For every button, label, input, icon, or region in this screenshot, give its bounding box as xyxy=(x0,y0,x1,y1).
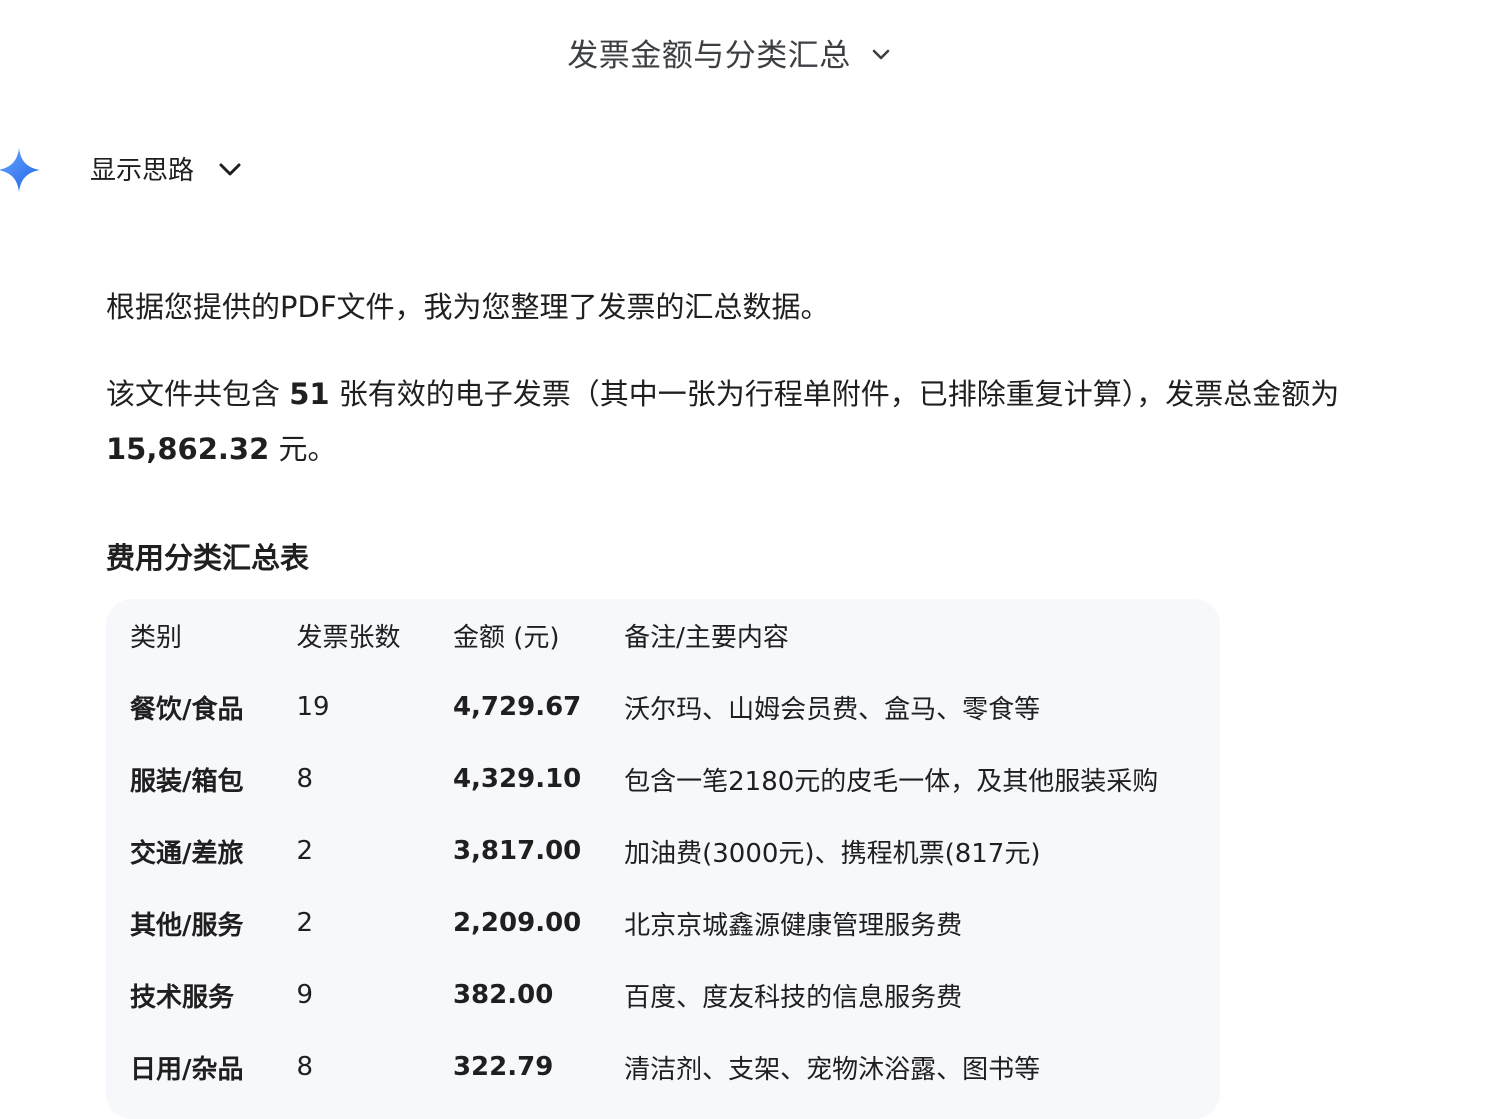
cell-amount: 2,209.00 xyxy=(452,908,582,938)
cell-count: 2 xyxy=(296,836,314,866)
table-row: 日用/杂品 8 322.79 清洁剂、支架、宠物沐浴露、图书等 xyxy=(130,1031,1220,1103)
table-row: 服装/箱包 8 4,329.10 包含一笔2180元的皮毛一体，及其他服装采购 xyxy=(130,743,1220,815)
chevron-down-icon xyxy=(216,155,244,183)
cell-note: 包含一笔2180元的皮毛一体，及其他服装采购 xyxy=(624,766,1159,797)
table-header-row: 类别 发票张数 金额 (元) 备注/主要内容 xyxy=(130,599,1220,671)
conversation-title-toggle[interactable]: 发票金额与分类汇总 xyxy=(0,30,1460,75)
cell-count: 2 xyxy=(296,908,314,938)
show-thinking-label: 显示思路 xyxy=(90,156,195,186)
invoice-count: 51 xyxy=(289,377,330,411)
cell-count: 19 xyxy=(296,692,330,722)
cell-category: 技术服务 xyxy=(130,982,235,1013)
column-header-category: 类别 xyxy=(130,622,183,653)
summary-paragraph: 该文件共包含 51 张有效的电子发票（其中一张为行程单附件，已排除重复计算），发… xyxy=(106,377,1340,466)
cell-note: 北京京城鑫源健康管理服务费 xyxy=(624,910,963,941)
cell-amount: 322.79 xyxy=(452,1052,554,1082)
gemini-spark-icon xyxy=(0,146,42,194)
table-row: 其他/服务 2 2,209.00 北京京城鑫源健康管理服务费 xyxy=(130,887,1220,959)
table-row: 交通/差旅 2 3,817.00 加油费(3000元)、携程机票(817元) xyxy=(130,815,1220,887)
cell-category: 日用/杂品 xyxy=(130,1054,244,1085)
column-header-note: 备注/主要内容 xyxy=(624,622,789,653)
response-content: 根据您提供的PDF文件，我为您整理了发票的汇总数据。 该文件共包含 51 张有效… xyxy=(106,280,1496,1119)
conversation-title: 发票金额与分类汇总 xyxy=(567,38,851,74)
summary-table-card: 类别 发票张数 金额 (元) 备注/主要内容 餐饮/食品 19 4,729.67… xyxy=(106,599,1220,1119)
cell-category: 交通/差旅 xyxy=(130,838,244,869)
cell-count: 8 xyxy=(296,764,314,794)
cell-amount: 382.00 xyxy=(452,980,554,1010)
summary-table: 类别 发票张数 金额 (元) 备注/主要内容 餐饮/食品 19 4,729.67… xyxy=(130,599,1220,1103)
cell-category: 其他/服务 xyxy=(130,910,244,941)
total-amount: 15,862.32 xyxy=(106,432,270,466)
cell-note: 清洁剂、支架、宠物沐浴露、图书等 xyxy=(624,1054,1041,1085)
cell-note: 百度、度友科技的信息服务费 xyxy=(624,982,963,1013)
table-heading: 费用分类汇总表 xyxy=(106,541,310,575)
cell-count: 9 xyxy=(296,980,314,1010)
cell-amount: 3,817.00 xyxy=(452,836,582,866)
table-row: 技术服务 9 382.00 百度、度友科技的信息服务费 xyxy=(130,959,1220,1031)
show-thinking-toggle[interactable]: 显示思路 xyxy=(90,150,244,187)
cell-category: 服装/箱包 xyxy=(130,766,244,797)
cell-note: 沃尔玛、山姆会员费、盒马、零食等 xyxy=(624,694,1041,725)
intro-paragraph: 根据您提供的PDF文件，我为您整理了发票的汇总数据。 xyxy=(106,290,830,324)
cell-amount: 4,729.67 xyxy=(452,692,582,722)
cell-count: 8 xyxy=(296,1052,314,1082)
cell-amount: 4,329.10 xyxy=(452,764,582,794)
cell-note: 加油费(3000元)、携程机票(817元) xyxy=(624,838,1041,869)
chevron-down-icon xyxy=(869,43,893,67)
cell-category: 餐饮/食品 xyxy=(130,694,244,725)
table-row: 餐饮/食品 19 4,729.67 沃尔玛、山姆会员费、盒马、零食等 xyxy=(130,671,1220,743)
column-header-amount: 金额 (元) xyxy=(452,622,560,653)
column-header-count: 发票张数 xyxy=(296,622,401,653)
